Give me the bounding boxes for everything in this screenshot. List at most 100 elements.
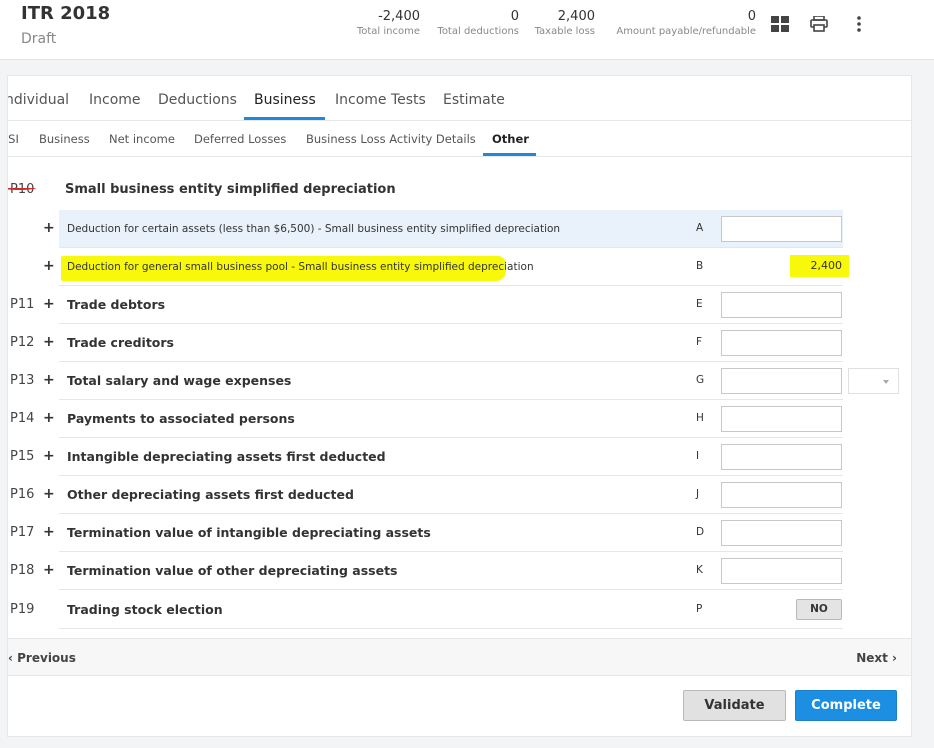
tab-income-tests[interactable]: Income Tests xyxy=(335,92,426,108)
row-label: Trade debtors xyxy=(67,297,166,312)
row-letter: P xyxy=(696,603,703,615)
expand-plus-icon[interactable]: + xyxy=(43,448,55,464)
subtab-net-income[interactable]: Net income xyxy=(109,132,175,146)
tab-individual[interactable]: ndividual xyxy=(8,92,69,108)
chevron-right-icon: › xyxy=(892,651,897,665)
amount-input-e[interactable] xyxy=(721,292,842,318)
chevron-left-icon: ‹ xyxy=(8,651,13,665)
validate-button[interactable]: Validate xyxy=(683,690,786,721)
subtab-business[interactable]: Business xyxy=(39,132,90,146)
previous-link[interactable]: ‹ Previous xyxy=(8,651,76,665)
amount-input-d[interactable] xyxy=(721,520,842,546)
row-code: P16 xyxy=(10,487,35,502)
form-row-i: P15 + Intangible depreciating assets fir… xyxy=(8,438,911,476)
row-label: Trade creditors xyxy=(67,335,174,350)
tab-income[interactable]: Income xyxy=(89,92,141,108)
form-row-g: P13 + Total salary and wage expenses G xyxy=(8,362,911,400)
row-letter: H xyxy=(696,412,704,424)
sub-tabs: 'SI Business Net income Deferred Losses … xyxy=(8,121,911,157)
expand-plus-icon[interactable]: + xyxy=(43,258,55,274)
row-letter: D xyxy=(696,526,705,538)
form-row-d: P17 + Termination value of intangible de… xyxy=(8,514,911,552)
salary-type-select[interactable] xyxy=(848,368,899,394)
row-code: P12 xyxy=(10,335,35,350)
form-row-k: P18 + Termination value of other depreci… xyxy=(8,552,911,590)
row-code: P14 xyxy=(10,411,35,426)
form-row-b: + Deduction for general small business p… xyxy=(8,248,911,286)
expand-plus-icon[interactable]: + xyxy=(43,334,55,350)
row-letter: I xyxy=(696,450,700,462)
amount-input-f[interactable] xyxy=(721,330,842,356)
tab-business[interactable]: Business xyxy=(254,92,316,108)
stat-taxable-loss: 2,400 Taxable loss xyxy=(534,9,595,37)
stat-amount-payable: 0 Amount payable/refundable xyxy=(616,9,756,37)
row-code: P15 xyxy=(10,449,35,464)
expand-plus-icon[interactable]: + xyxy=(43,372,55,388)
row-label: Intangible depreciating assets first ded… xyxy=(67,449,386,464)
row-label: Other depreciating assets first deducted xyxy=(67,487,354,502)
return-title: ITR 2018 xyxy=(21,3,111,24)
expand-plus-icon[interactable]: + xyxy=(43,220,55,236)
pager: ‹ Previous Next › xyxy=(8,638,911,676)
section-title: Small business entity simplified depreci… xyxy=(65,182,396,197)
row-label: Deduction for general small business poo… xyxy=(67,261,534,273)
row-letter: B xyxy=(696,260,704,272)
row-label: Payments to associated persons xyxy=(67,411,295,426)
row-code: P19 xyxy=(10,602,35,617)
form-row-f: P12 + Trade creditors F xyxy=(8,324,911,362)
row-letter: G xyxy=(696,374,705,386)
row-label: Total salary and wage expenses xyxy=(67,373,292,388)
more-vertical-icon[interactable] xyxy=(849,14,869,34)
row-letter: K xyxy=(696,564,703,576)
section-header-p10: P10 Small business entity simplified dep… xyxy=(8,171,911,209)
form-row-j: P16 + Other depreciating assets first de… xyxy=(8,476,911,514)
row-label: Trading stock election xyxy=(67,602,223,617)
amount-input-i[interactable] xyxy=(721,444,842,470)
tab-estimate[interactable]: Estimate xyxy=(443,92,505,108)
expand-plus-icon[interactable]: + xyxy=(43,562,55,578)
row-label: Termination value of intangible deprecia… xyxy=(67,525,431,540)
amount-input-g[interactable] xyxy=(721,368,842,394)
subtab-other[interactable]: Other xyxy=(492,132,529,146)
next-link[interactable]: Next › xyxy=(856,651,897,665)
form-card: ndividual Income Deductions Business Inc… xyxy=(7,75,912,737)
stat-total-deductions: 0 Total deductions xyxy=(437,9,519,37)
amount-input-h[interactable] xyxy=(721,406,842,432)
complete-button[interactable]: Complete xyxy=(795,690,897,721)
form-row-h: P14 + Payments to associated persons H xyxy=(8,400,911,438)
form-row-a: + Deduction for certain assets (less tha… xyxy=(8,210,911,248)
row-code: P18 xyxy=(10,563,35,578)
expand-plus-icon[interactable]: + xyxy=(43,524,55,540)
top-bar: ITR 2018 Draft -2,400 Total income 0 Tot… xyxy=(0,0,934,60)
row-label: Deduction for certain assets (less than … xyxy=(67,223,561,235)
print-icon[interactable] xyxy=(809,14,829,34)
amount-input-j[interactable] xyxy=(721,482,842,508)
amount-input-k[interactable] xyxy=(721,558,842,584)
row-letter: J xyxy=(696,488,700,500)
stat-total-income: -2,400 Total income xyxy=(356,9,420,37)
main-tabs: ndividual Income Deductions Business Inc… xyxy=(8,76,911,121)
row-letter: A xyxy=(696,222,704,234)
form-row-p: P19 Trading stock election P NO xyxy=(8,591,911,629)
row-code: P11 xyxy=(10,297,35,312)
chevron-down-icon xyxy=(883,380,889,384)
row-code: P17 xyxy=(10,525,35,540)
subtab-psi[interactable]: 'SI xyxy=(8,132,19,146)
row-code: P13 xyxy=(10,373,35,388)
active-subtab-indicator xyxy=(483,153,536,156)
trading-stock-election-toggle[interactable]: NO xyxy=(796,599,842,620)
amount-input-a[interactable] xyxy=(721,216,842,242)
form-row-e: P11 + Trade debtors E xyxy=(8,286,911,324)
row-label: Termination value of other depreciating … xyxy=(67,563,398,578)
amount-value-b[interactable]: 2,400 xyxy=(790,255,849,277)
subtab-deferred-losses[interactable]: Deferred Losses xyxy=(194,132,286,146)
active-tab-indicator xyxy=(244,117,325,120)
grid-icon[interactable] xyxy=(770,14,790,34)
subtab-business-loss-activity[interactable]: Business Loss Activity Details xyxy=(306,132,476,146)
expand-plus-icon[interactable]: + xyxy=(43,486,55,502)
expand-plus-icon[interactable]: + xyxy=(43,410,55,426)
return-status: Draft xyxy=(21,31,57,47)
row-letter: F xyxy=(696,336,703,348)
tab-deductions[interactable]: Deductions xyxy=(158,92,237,108)
expand-plus-icon[interactable]: + xyxy=(43,296,55,312)
